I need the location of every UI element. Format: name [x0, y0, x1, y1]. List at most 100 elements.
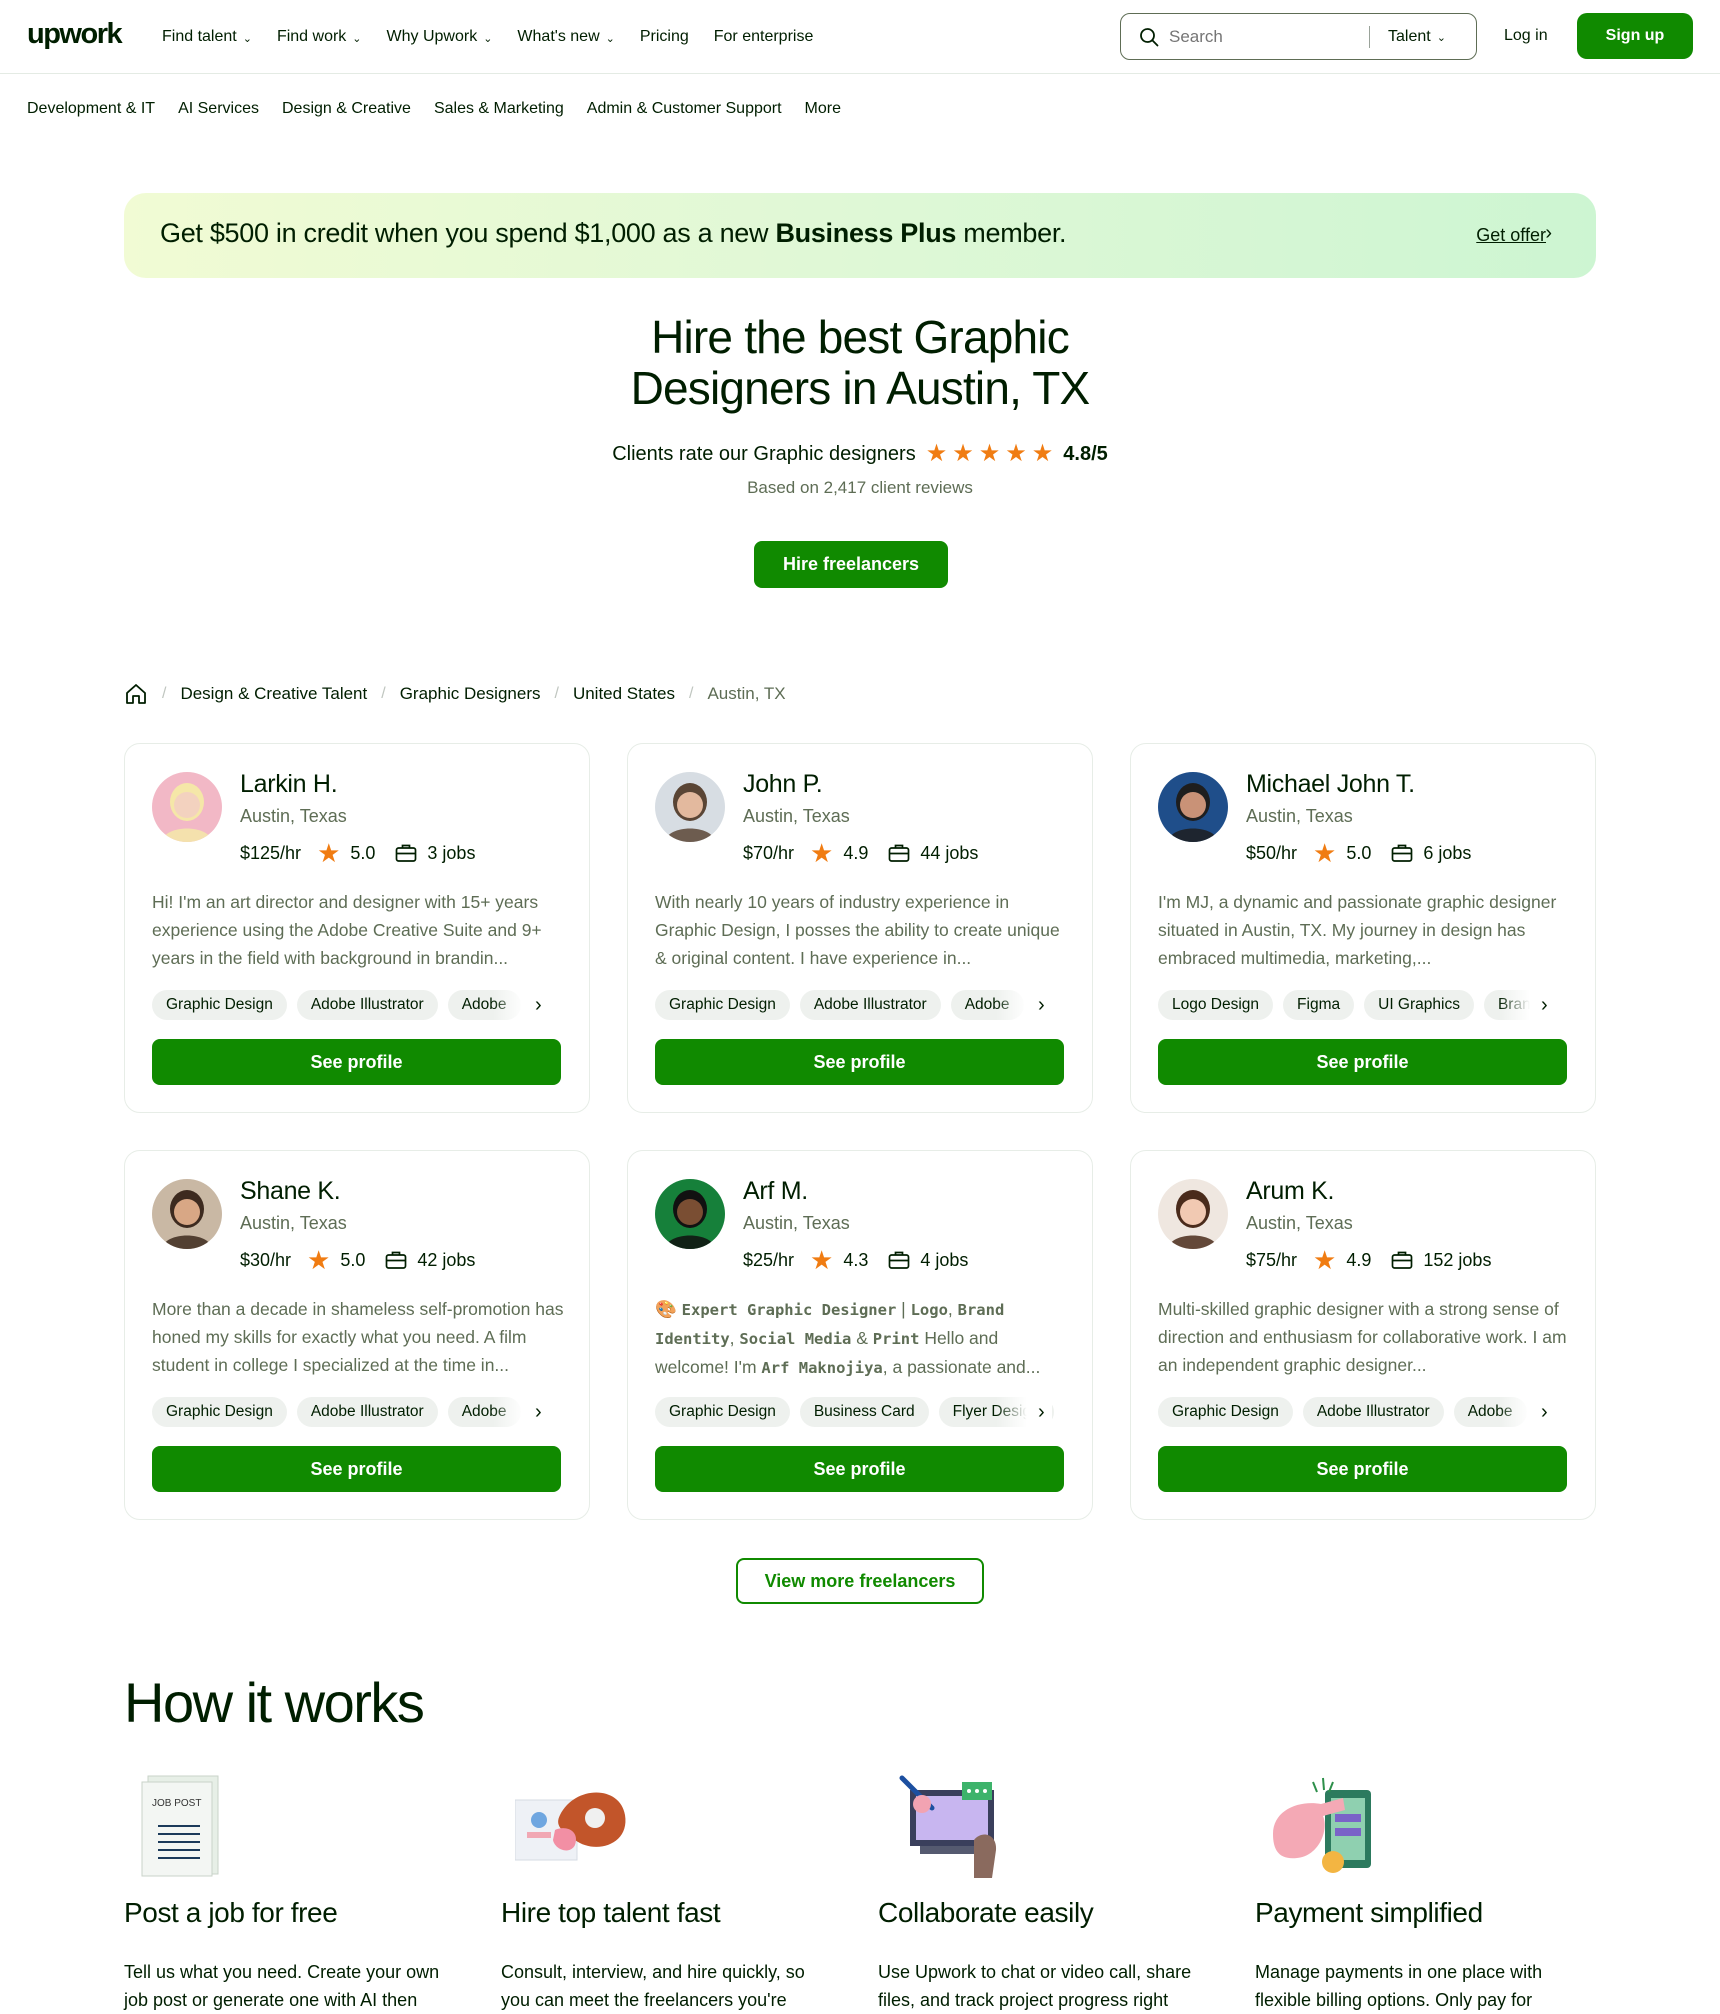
- nav-find-talent[interactable]: Find talent ⌄: [162, 28, 252, 46]
- avatar[interactable]: [655, 772, 725, 842]
- job-post-icon: JOB POST: [141, 1775, 219, 1877]
- promo-banner: Get $500 in credit when you spend $1,000…: [124, 193, 1596, 278]
- avatar[interactable]: [1158, 1179, 1228, 1249]
- skill-tag[interactable]: Logo Design: [1158, 990, 1274, 1020]
- get-offer-link[interactable]: Get offer: [1476, 225, 1546, 246]
- login-link[interactable]: Log in: [1504, 27, 1548, 45]
- chevron-right-icon[interactable]: ›: [1541, 1397, 1548, 1427]
- hourly-rate: $25/hr: [743, 1249, 795, 1270]
- skill-tag[interactable]: Graphic Design: [655, 990, 790, 1020]
- freelancer-card-larkin-h[interactable]: Larkin H. Austin, Texas $125/hr ★ 5.0 3 jobs H…: [124, 743, 590, 1113]
- avatar[interactable]: [152, 772, 222, 842]
- chevron-down-icon: ⌄: [352, 32, 362, 45]
- skill-tag[interactable]: Adobe Illustrator: [1302, 1397, 1444, 1427]
- freelancer-name[interactable]: Michael John T.: [1246, 770, 1415, 799]
- breadcrumb-separator: /: [554, 685, 559, 702]
- subnav-development-it[interactable]: Development & IT: [27, 100, 155, 118]
- star-icon: ★: [1031, 440, 1054, 467]
- subnav-ai-services[interactable]: AI Services: [178, 100, 259, 118]
- nav-for-enterprise[interactable]: For enterprise: [714, 28, 814, 46]
- chevron-down-icon: ⌄: [242, 32, 252, 45]
- subnav-design-creative[interactable]: Design & Creative: [282, 100, 411, 118]
- skill-tag[interactable]: Adobe Illustrator: [296, 1397, 438, 1427]
- freelancer-name[interactable]: Larkin H.: [240, 770, 338, 799]
- chevron-right-icon[interactable]: ›: [1038, 990, 1045, 1020]
- signup-button[interactable]: Sign up: [1577, 13, 1693, 59]
- nav-whats-new[interactable]: What's new ⌄: [517, 28, 614, 46]
- chevron-right-icon[interactable]: ›: [535, 1397, 542, 1427]
- subnav-more[interactable]: More: [805, 100, 841, 118]
- subnav-sales-marketing[interactable]: Sales & Marketing: [434, 100, 564, 118]
- chevron-right-icon[interactable]: ›: [1038, 1397, 1045, 1427]
- step-title: Hire top talent fast: [501, 1897, 721, 1928]
- hire-freelancers-button[interactable]: Hire freelancers: [754, 541, 948, 588]
- subnav-admin-support[interactable]: Admin & Customer Support: [587, 100, 782, 118]
- bio-fragment: Logo: [910, 1301, 948, 1319]
- search-icon[interactable]: [1139, 27, 1159, 47]
- see-profile-button[interactable]: See profile: [655, 1039, 1064, 1085]
- nav-pricing[interactable]: Pricing: [640, 28, 689, 46]
- nav-why-upwork[interactable]: Why Upwork ⌄: [387, 28, 493, 46]
- freelancer-rating: 5.0: [350, 842, 376, 863]
- freelancer-stats: $25/hr ★ 4.3 4 jobs: [743, 1247, 968, 1273]
- see-profile-button[interactable]: See profile: [152, 1039, 561, 1085]
- jobs-count: 42 jobs: [417, 1249, 476, 1270]
- freelancer-location: Austin, Texas: [1246, 1213, 1353, 1233]
- skill-tag[interactable]: Graphic Design: [1158, 1397, 1293, 1427]
- skill-tag[interactable]: Graphic Design: [655, 1397, 790, 1427]
- chevron-down-icon: ⌄: [1436, 32, 1446, 44]
- search-scope-select[interactable]: Talent ⌄: [1388, 28, 1446, 46]
- freelancer-rating: 5.0: [340, 1249, 366, 1270]
- skill-tag[interactable]: Business Card: [799, 1397, 929, 1427]
- see-profile-button[interactable]: See profile: [1158, 1039, 1567, 1085]
- freelancer-card-michael-john-t[interactable]: Michael John T. Austin, Texas $50/hr ★ 5.0 6 …: [1130, 743, 1596, 1113]
- freelancer-name[interactable]: John P.: [743, 770, 823, 799]
- jobs-count: 44 jobs: [920, 842, 979, 863]
- breadcrumb-graphic-designers[interactable]: Graphic Designers: [400, 684, 541, 704]
- collaborate-icon: [899, 1775, 997, 1878]
- breadcrumb-design-creative[interactable]: Design & Creative Talent: [180, 684, 367, 704]
- rating-label: Clients rate our Graphic designers: [612, 442, 916, 465]
- freelancer-card-shane-k[interactable]: Shane K. Austin, Texas $30/hr ★ 5.0 42 jobs Mo…: [124, 1150, 590, 1520]
- freelancer-name[interactable]: Arf M.: [743, 1177, 808, 1206]
- nav-label: What's new: [517, 28, 600, 45]
- chevron-right-icon[interactable]: ›: [1545, 222, 1552, 245]
- freelancer-card-arum-k[interactable]: Arum K. Austin, Texas $75/hr ★ 4.9 152 jobs Mu…: [1130, 1150, 1596, 1520]
- star-icon: ★: [1313, 1245, 1337, 1275]
- freelancer-location: Austin, Texas: [743, 806, 850, 826]
- home-icon[interactable]: [124, 682, 148, 706]
- nav-find-work[interactable]: Find work ⌄: [277, 28, 362, 46]
- star-icon: ★: [317, 838, 341, 868]
- step-description: Use Upwork to chat or video call, share …: [878, 1962, 1192, 2010]
- avatar[interactable]: [152, 1179, 222, 1249]
- see-profile-button[interactable]: See profile: [655, 1446, 1064, 1492]
- freelancer-name[interactable]: Shane K.: [240, 1177, 341, 1206]
- see-profile-button[interactable]: See profile: [1158, 1446, 1567, 1492]
- search-input[interactable]: [1167, 25, 1357, 48]
- skill-tag[interactable]: Graphic Design: [152, 1397, 287, 1427]
- chevron-right-icon[interactable]: ›: [535, 990, 542, 1020]
- skill-tag[interactable]: UI Graphics: [1364, 990, 1474, 1020]
- see-profile-button[interactable]: See profile: [152, 1446, 561, 1492]
- freelancer-card-john-p[interactable]: John P. Austin, Texas $70/hr ★ 4.9 44 jobs Wit…: [627, 743, 1093, 1113]
- breadcrumb-separator: /: [162, 685, 167, 702]
- breadcrumb-united-states[interactable]: United States: [573, 684, 675, 704]
- briefcase-icon: [1392, 1251, 1413, 1269]
- bio-text: Hi! I'm an art director and designer wit…: [152, 892, 542, 968]
- avatar[interactable]: [655, 1179, 725, 1249]
- search-divider: [1369, 25, 1370, 48]
- freelancer-card-arf-m[interactable]: Arf M. Austin, Texas $25/hr ★ 4.3 4 jobs 🎨 Exp…: [627, 1150, 1093, 1520]
- skill-tag[interactable]: Adobe Illustrator: [799, 990, 941, 1020]
- avatar[interactable]: [1158, 772, 1228, 842]
- skill-tag[interactable]: Figma: [1283, 990, 1355, 1020]
- chevron-right-icon[interactable]: ›: [1541, 990, 1548, 1020]
- bio-fragment: ,: [947, 1299, 958, 1319]
- hourly-rate: $70/hr: [743, 842, 795, 863]
- upwork-logo[interactable]: upwork: [27, 18, 123, 51]
- view-more-freelancers-button[interactable]: View more freelancers: [736, 1558, 984, 1604]
- promo-text-start: Get $500 in credit when you spend $1,000…: [160, 218, 776, 248]
- freelancer-name[interactable]: Arum K.: [1246, 1177, 1335, 1206]
- skill-tag[interactable]: Adobe Illustrator: [296, 990, 438, 1020]
- skill-tag[interactable]: Graphic Design: [152, 990, 287, 1020]
- overall-rating: Clients rate our Graphic designers ★ ★ ★…: [0, 442, 1720, 466]
